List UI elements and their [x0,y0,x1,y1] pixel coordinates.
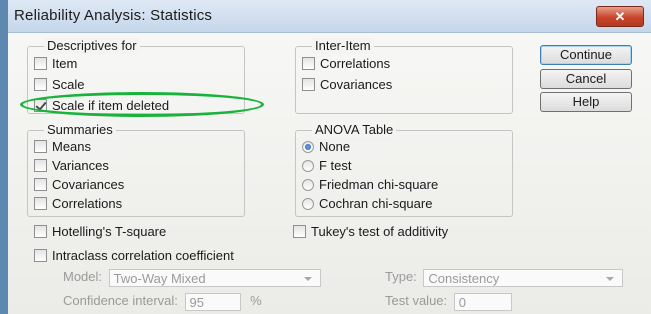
summaries-covariances-label: Covariances [52,177,125,192]
chevron-down-icon [606,276,615,281]
test-value-label: Test value: [385,293,448,308]
scale-if-item-deleted-checkbox[interactable] [34,99,47,112]
anova-friedman-label: Friedman chi-square [319,177,439,192]
tukey-row[interactable]: Tukey's test of additivity [293,224,448,240]
type-select[interactable]: Consistency [423,268,624,287]
anova-f-test-radio[interactable] [302,160,314,172]
summaries-correlations-row[interactable]: Correlations [34,196,122,212]
inter-item-correlations-label: Correlations [320,56,391,71]
inter-item-covariances-label: Covariances [320,77,393,92]
intraclass-checkbox[interactable] [34,249,47,262]
summaries-covariances-row[interactable]: Covariances [34,177,124,193]
inter-item-legend: Inter-Item [312,38,374,54]
model-select[interactable]: Two-Way Mixed [108,268,321,287]
dialog-content: Descriptives for Item Scale Scale if ite… [8,33,651,314]
anova-group: ANOVA Table None F test Friedman chi-squ… [295,122,513,217]
confidence-unit: % [250,293,262,308]
descriptives-item-row[interactable]: Item [34,56,77,72]
summaries-variances-label: Variances [52,158,109,173]
window-left-edge [0,0,8,314]
inter-item-covariances-checkbox[interactable] [302,78,315,91]
close-button[interactable]: ✕ [596,6,644,27]
scale-if-item-deleted-label: Scale if item deleted [52,98,170,113]
anova-cochran-radio[interactable] [302,198,314,210]
anova-friedman-row[interactable]: Friedman chi-square [302,177,438,193]
close-icon: ✕ [614,9,626,24]
descriptives-scale-row[interactable]: Scale [34,77,85,93]
summaries-means-row[interactable]: Means [34,139,91,155]
summaries-means-checkbox[interactable] [34,140,47,153]
anova-cochran-label: Cochran chi-square [319,196,433,211]
summaries-covariances-checkbox[interactable] [34,178,47,191]
title-bar[interactable]: Reliability Analysis: Statistics ✕ [8,0,651,33]
intraclass-row[interactable]: Intraclass correlation coefficient [34,248,234,264]
window-title: Reliability Analysis: Statistics [14,7,213,24]
confidence-input[interactable]: 95 [184,292,241,311]
continue-button[interactable]: Continue [540,45,632,65]
hotelling-checkbox[interactable] [34,225,47,238]
type-label: Type: [385,269,417,284]
anova-f-test-label: F test [319,158,352,173]
type-value: Consistency [428,270,500,286]
summaries-means-label: Means [52,139,92,154]
anova-f-test-row[interactable]: F test [302,158,352,174]
descriptives-scale-checkbox[interactable] [34,78,47,91]
anova-none-radio[interactable] [302,141,314,153]
summaries-group: Summaries Means Variances Covariances Co… [27,122,245,217]
inter-item-correlations-checkbox[interactable] [302,57,315,70]
summaries-correlations-checkbox[interactable] [34,197,47,210]
descriptives-scale-if-deleted-row[interactable]: Scale if item deleted [34,98,169,114]
tukey-checkbox[interactable] [293,225,306,238]
anova-friedman-radio[interactable] [302,179,314,191]
hotelling-row[interactable]: Hotelling's T-square [34,224,166,240]
cancel-button[interactable]: Cancel [540,69,632,89]
test-value-input[interactable]: 0 [453,292,512,311]
confidence-row: Confidence interval: 95 % [63,291,262,311]
reliability-statistics-dialog: Reliability Analysis: Statistics ✕ Descr… [0,0,651,314]
help-button[interactable]: Help [540,92,632,112]
anova-cochran-row[interactable]: Cochran chi-square [302,196,432,212]
anova-none-label: None [319,139,351,154]
intraclass-label: Intraclass correlation coefficient [52,248,234,263]
anova-legend: ANOVA Table [312,122,397,138]
summaries-correlations-label: Correlations [52,196,123,211]
inter-item-group: Inter-Item Correlations Covariances [295,38,513,114]
descriptives-group: Descriptives for Item Scale Scale if ite… [27,38,245,114]
summaries-variances-row[interactable]: Variances [34,158,109,174]
inter-item-covariances-row[interactable]: Covariances [302,77,392,93]
inter-item-correlations-row[interactable]: Correlations [302,56,390,72]
summaries-legend: Summaries [44,122,116,138]
summaries-variances-checkbox[interactable] [34,159,47,172]
tukey-label: Tukey's test of additivity [311,224,449,239]
anova-none-row[interactable]: None [302,139,350,155]
model-value: Two-Way Mixed [113,270,206,286]
descriptives-item-label: Item [52,56,78,71]
chevron-down-icon [303,276,312,281]
model-row: Model: Two-Way Mixed [63,267,321,287]
confidence-value: 95 [189,294,204,310]
test-value-value: 0 [458,294,467,310]
descriptives-item-checkbox[interactable] [34,57,47,70]
hotelling-label: Hotelling's T-square [52,224,167,239]
descriptives-legend: Descriptives for [44,38,140,54]
confidence-label: Confidence interval: [63,293,178,308]
model-label: Model: [63,269,103,284]
test-value-row: Test value: 0 [385,291,512,311]
descriptives-scale-label: Scale [52,77,85,92]
type-row: Type: Consistency [385,267,624,287]
